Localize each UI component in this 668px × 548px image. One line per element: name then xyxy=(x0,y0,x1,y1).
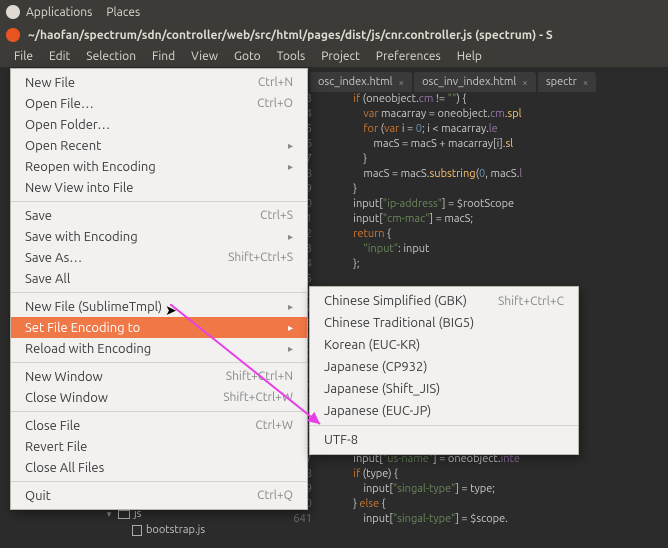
menu-item-new-file-sublimetmpl-[interactable]: New File (SublimeTmpl) xyxy=(11,296,307,317)
tree-file-bootstrap[interactable]: bootstrap.js xyxy=(80,522,280,538)
window-titlebar: ~/haofan/spectrum/sdn/controller/web/src… xyxy=(0,24,668,46)
menu-item-new-window[interactable]: New WindowShift+Ctrl+N xyxy=(11,366,307,387)
menu-item-open-recent[interactable]: Open Recent xyxy=(11,135,307,156)
menu-separator xyxy=(11,292,307,293)
encoding-option-japanese-shift-jis-[interactable]: Japanese (Shift_JIS) xyxy=(310,378,578,400)
encoding-option-japanese-cp932-[interactable]: Japanese (CP932) xyxy=(310,356,578,378)
editor-tab[interactable]: osc_inv_index.html× xyxy=(414,72,536,92)
menu-item-close-file[interactable]: Close FileCtrl+W xyxy=(11,415,307,436)
menu-item-save-as-[interactable]: Save As…Shift+Ctrl+S xyxy=(11,247,307,268)
menu-project[interactable]: Project xyxy=(313,47,368,66)
places-menu[interactable]: Places xyxy=(106,6,140,19)
app-menubar: FileEditSelectionFindViewGotoToolsProjec… xyxy=(0,46,668,68)
menu-item-set-file-encoding-to[interactable]: Set File Encoding to xyxy=(11,317,307,338)
menu-goto[interactable]: Goto xyxy=(226,47,269,66)
encoding-option-utf-8[interactable]: UTF-8 xyxy=(310,429,578,451)
close-icon[interactable]: × xyxy=(522,77,528,88)
menu-separator xyxy=(11,481,307,482)
menu-preferences[interactable]: Preferences xyxy=(368,47,449,66)
ubuntu-top-panel: Applications Places xyxy=(0,0,668,24)
encoding-option-chinese-traditional-big5-[interactable]: Chinese Traditional (BIG5) xyxy=(310,312,578,334)
close-icon[interactable]: × xyxy=(398,77,404,88)
encoding-option-korean-euc-kr-[interactable]: Korean (EUC-KR) xyxy=(310,334,578,356)
menu-item-save[interactable]: SaveCtrl+S xyxy=(11,205,307,226)
menu-find[interactable]: Find xyxy=(144,47,183,66)
menu-item-open-folder-[interactable]: Open Folder… xyxy=(11,114,307,135)
applications-menu[interactable]: Applications xyxy=(26,6,92,19)
menu-item-save-all[interactable]: Save All xyxy=(11,268,307,289)
menu-item-revert-file[interactable]: Revert File xyxy=(11,436,307,457)
editor-tabs: osc_index.html×osc_inv_index.html×spectr… xyxy=(310,68,668,92)
editor-tab[interactable]: osc_index.html× xyxy=(310,72,412,92)
chevron-down-icon: ▾ xyxy=(104,509,114,520)
encoding-option-japanese-euc-jp-[interactable]: Japanese (EUC-JP) xyxy=(310,400,578,422)
editor-tab[interactable]: spectr× xyxy=(538,72,597,92)
menu-separator xyxy=(310,425,578,426)
menu-file[interactable]: File xyxy=(6,47,41,66)
close-icon[interactable]: × xyxy=(583,77,589,88)
menu-item-quit[interactable]: QuitCtrl+Q xyxy=(11,485,307,506)
menu-edit[interactable]: Edit xyxy=(41,47,78,66)
menu-view[interactable]: View xyxy=(183,47,226,66)
menu-item-save-with-encoding[interactable]: Save with Encoding xyxy=(11,226,307,247)
encoding-option-chinese-simplified-gbk-[interactable]: Chinese Simplified (GBK)Shift+Ctrl+C xyxy=(310,290,578,312)
file-icon xyxy=(132,525,142,536)
menu-separator xyxy=(11,362,307,363)
file-menu-dropdown: New FileCtrl+NOpen File…Ctrl+OOpen Folde… xyxy=(10,68,308,510)
menu-item-new-view-into-file[interactable]: New View into File xyxy=(11,177,307,198)
menu-separator xyxy=(11,411,307,412)
menu-item-close-window[interactable]: Close WindowShift+Ctrl+W xyxy=(11,387,307,408)
encoding-submenu: Chinese Simplified (GBK)Shift+Ctrl+CChin… xyxy=(309,286,579,455)
menu-item-reload-with-encoding[interactable]: Reload with Encoding xyxy=(11,338,307,359)
window-close-icon[interactable] xyxy=(6,28,20,42)
menu-item-open-file-[interactable]: Open File…Ctrl+O xyxy=(11,93,307,114)
window-title: ~/haofan/spectrum/sdn/controller/web/src… xyxy=(28,29,553,42)
menu-item-close-all-files[interactable]: Close All Files xyxy=(11,457,307,478)
menu-item-new-file[interactable]: New FileCtrl+N xyxy=(11,72,307,93)
menu-item-reopen-with-encoding[interactable]: Reopen with Encoding xyxy=(11,156,307,177)
menu-selection[interactable]: Selection xyxy=(78,47,144,66)
menu-tools[interactable]: Tools xyxy=(269,47,314,66)
menu-help[interactable]: Help xyxy=(449,47,490,66)
menu-separator xyxy=(11,201,307,202)
ubuntu-logo-icon xyxy=(6,5,20,19)
folder-icon xyxy=(118,510,130,519)
